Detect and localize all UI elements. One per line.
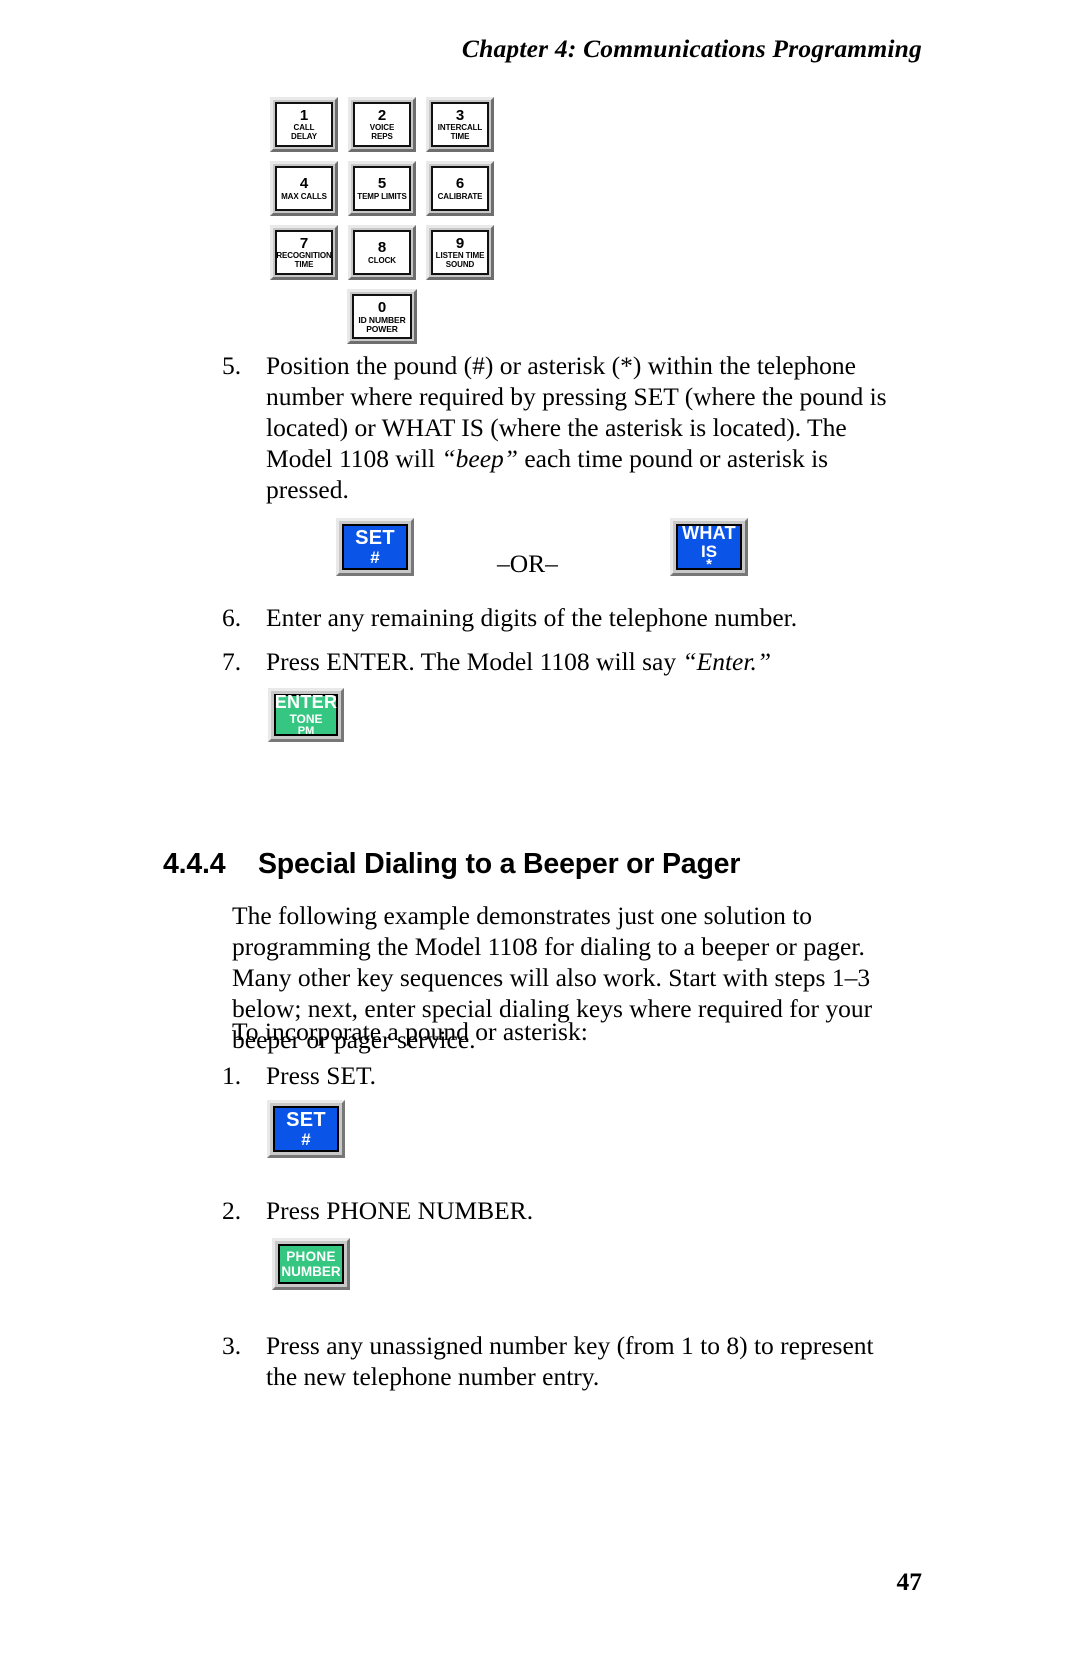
keypad-key-5: 5 TEMP LIMITS [348,161,416,216]
step-7-marker: 7. [222,647,242,676]
step-6-text: Enter any remaining digits of the teleph… [266,603,798,632]
keypad-key-2: 2 VOICE REPS [348,97,416,152]
step-7-text-emphasis: “Enter.” [682,647,772,676]
keypad-row-3: 7 RECOGNITION TIME 8 CLOCK 9 LISTEN TIME… [270,225,494,280]
step-5-line-4-post: each time pound or asterisk is [517,444,829,474]
key-label-line2: SOUND [445,259,475,269]
keypad-row-4: 0 ID NUMBER POWER [270,289,494,344]
keypad-key-1: 1 CALL DELAY [270,97,338,152]
step-6: 6. Enter any remaining digits of the tel… [222,602,922,633]
key-label-line1: MAX CALLS [281,191,327,201]
keypad-row-2: 4 MAX CALLS 5 TEMP LIMITS 6 CALIBRATE [270,161,494,216]
section-number: 4.4.4 [163,848,226,880]
enter-button-label-line2: TONE [289,712,323,726]
step-5-line-4-pre: Model 1108 will [266,444,442,474]
keypad-key-6: 6 CALIBRATE [426,161,494,216]
key-number: 7 [299,235,309,253]
sub-step-2-text: Press PHONE NUMBER. [266,1196,534,1225]
step-5-line-1: Position the pound (#) or asterisk (*) w… [266,351,856,380]
step-5-line-2: number where required by pressing SET (w… [266,382,887,412]
key-label-line1: CALIBRATE [437,191,483,201]
key-number: 8 [377,239,387,257]
step-5-line-4-emphasis: “beep” [441,444,518,474]
set-button-illustration-2[interactable]: SET # [267,1100,345,1158]
step-5-line-5: pressed. [266,475,349,505]
keypad-row-1: 1 CALL DELAY 2 VOICE REPS 3 INTERCALL TI… [270,97,494,152]
step-7: 7. Press ENTER. The Model 1108 will say … [222,646,922,677]
keypad-illustration: 1 CALL DELAY 2 VOICE REPS 3 INTERCALL TI… [270,97,494,353]
step-7-text-pre: Press ENTER. The Model 1108 will say [266,647,683,676]
key-number: 1 [299,107,309,125]
step-6-marker: 6. [222,603,242,632]
section-body-line-2: programming the Model 1108 for dialing t… [232,932,865,962]
phone-number-button-label-line2: NUMBER [281,1264,341,1279]
section-body-line-3: Many other key sequences will also work.… [232,963,871,993]
key-label-line2: DELAY [291,131,317,141]
phone-number-button-illustration[interactable]: PHONE NUMBER [272,1238,350,1290]
sub-step-2-marker: 2. [222,1196,242,1225]
key-label-line2: REPS [371,131,393,141]
section-body-line-1: The following example demonstrates just … [232,901,813,930]
key-label-line1: TEMP LIMITS [357,191,407,201]
keypad-key-3: 3 INTERCALL TIME [426,97,494,152]
phone-number-button-label-line1: PHONE [286,1248,336,1264]
key-number: 9 [455,235,465,253]
section-title: Special Dialing to a Beeper or Pager [258,848,741,880]
set-button-illustration[interactable]: SET # [336,518,414,576]
keypad-key-9: 9 LISTEN TIME SOUND [426,225,494,280]
enter-button-illustration[interactable]: ENTER TONE PM [268,688,344,742]
step-5-text: Position the pound (#) or asterisk (*) w… [266,350,922,506]
key-label-line2: TIME [294,259,314,269]
set-button-symbol: # [370,548,380,567]
enter-button-label-line1: ENTER [274,692,338,712]
sub-step-3-line-1: Press any unassigned number key (from 1 … [266,1331,874,1360]
key-label-line2: POWER [366,323,398,334]
key-number: 2 [377,107,387,125]
sub-step-1: 1. Press SET. [222,1060,922,1091]
enter-button-label-line3: PM [297,725,315,737]
key-number: 3 [455,107,465,125]
or-separator-label: –OR– [497,549,558,578]
sub-step-3: 3. Press any unassigned number key (from… [222,1330,922,1392]
keypad-key-8: 8 CLOCK [348,225,416,280]
what-is-button-symbol: * [706,555,712,573]
sub-step-1-marker: 1. [222,1061,242,1090]
sub-step-2: 2. Press PHONE NUMBER. [222,1195,922,1226]
key-number: 0 [377,298,387,316]
page-number: 47 [896,1567,923,1596]
section-heading: 4.4.4 Special Dialing to a Beeper or Page… [163,848,740,881]
key-label-line1: CLOCK [368,255,396,265]
step-7-text: Press ENTER. The Model 1108 will say “En… [266,646,922,677]
step-5: 5. Position the pound (#) or asterisk (*… [222,350,922,506]
sub-step-3-text: Press any unassigned number key (from 1 … [266,1330,922,1392]
set-button-symbol: # [301,1130,311,1149]
what-is-button-label-line1: WHAT [682,522,736,543]
set-button-label: SET [286,1109,326,1131]
set-button-label: SET [355,527,395,549]
key-number: 5 [377,175,387,193]
keypad-key-4: 4 MAX CALLS [270,161,338,216]
keypad-key-0: 0 ID NUMBER POWER [347,289,417,344]
sub-step-1-text: Press SET. [266,1061,377,1090]
sub-step-3-marker: 3. [222,1331,242,1360]
step-5-marker: 5. [222,351,242,380]
key-number: 4 [299,175,309,193]
running-header: Chapter 4: Communications Programming [461,34,922,63]
keypad-key-7: 7 RECOGNITION TIME [270,225,338,280]
key-number: 6 [455,175,465,193]
what-is-button-illustration[interactable]: WHAT IS * [670,518,748,576]
lead-in-text: To incorporate a pound or asterisk: [232,1017,588,1046]
document-page: Chapter 4: Communications Programming 1 … [0,0,1080,1669]
sub-step-3-line-2: the new telephone number entry. [266,1362,600,1392]
step-5-line-3: located) or WHAT IS (where the asterisk … [266,413,847,443]
key-label-line2: TIME [450,131,470,141]
